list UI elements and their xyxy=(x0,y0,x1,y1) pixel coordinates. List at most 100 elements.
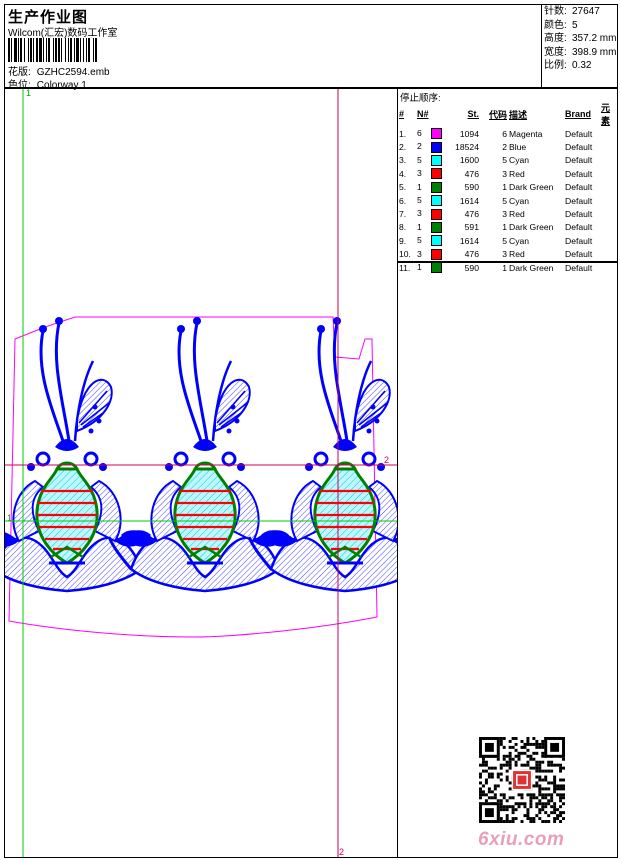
design-stats: 针数: 27647 颜色: 5 高度: 357.2 mm 宽度: 398.9 mm 比例… xyxy=(544,5,616,73)
table-row[interactable]: 8. 1 591 1 Dark Green Default xyxy=(398,221,617,234)
row-description: Magenta xyxy=(509,128,543,139)
stat-value: 398.9 mm xyxy=(572,46,617,58)
row-stitches: 1614 xyxy=(459,235,479,246)
row-index: 8. xyxy=(399,222,407,233)
stat-value: 357.2 mm xyxy=(572,33,617,44)
row-description: Dark Green xyxy=(509,182,554,193)
row-index: 10. xyxy=(399,249,411,260)
row-code: 3 xyxy=(502,209,507,220)
color-swatch-icon xyxy=(431,155,442,167)
table-row[interactable]: 5. 1 590 1 Dark Green Default xyxy=(398,181,617,194)
row-stitches: 1614 xyxy=(459,195,479,206)
row-needle: 1 xyxy=(416,181,448,194)
row-description: Red xyxy=(509,209,525,220)
stat-value: 5 xyxy=(572,19,578,31)
stat-colors: 颜色: 5 xyxy=(544,19,616,33)
row-needle: 5 xyxy=(416,154,448,167)
row-stitches: 476 xyxy=(464,209,479,220)
motif-center xyxy=(107,315,301,593)
table-row[interactable]: 3. 5 1600 5 Cyan Default xyxy=(398,154,617,167)
table-row[interactable]: 9. 5 1614 5 Cyan Default xyxy=(398,234,617,247)
stat-value: 27647 xyxy=(572,6,600,17)
row-code: 5 xyxy=(502,235,507,246)
header-divider xyxy=(541,5,542,87)
col-code: 代码 xyxy=(488,109,507,120)
watermark-logo: 6xiu.com xyxy=(478,829,565,850)
row-index: 5. xyxy=(399,182,407,193)
table-row[interactable]: 4. 3 476 3 Red Default xyxy=(398,167,617,180)
row-description: Cyan xyxy=(509,195,530,206)
color-swatch-icon xyxy=(431,128,442,140)
row-index: 4. xyxy=(399,168,407,179)
row-brand: Default xyxy=(565,195,593,206)
guide-label-v1: 1 xyxy=(26,88,32,98)
table-row[interactable]: 6. 5 1614 5 Cyan Default xyxy=(398,194,617,207)
row-brand: Default xyxy=(565,168,593,179)
table-row[interactable]: 1. 6 1094 6 Magenta Default xyxy=(398,127,617,140)
row-code: 1 xyxy=(502,222,507,233)
row-stitches: 1094 xyxy=(459,128,479,139)
row-code: 3 xyxy=(502,249,507,260)
row-description: Cyan xyxy=(509,155,530,166)
col-stitches: St. xyxy=(467,109,479,119)
qr-code-icon xyxy=(479,737,565,823)
row-element xyxy=(600,194,617,207)
row-brand: Default xyxy=(565,235,593,246)
stat-label: 高度: xyxy=(544,33,567,44)
stat-height: 高度: 357.2 mm xyxy=(544,32,616,46)
row-index: 1. xyxy=(399,128,407,139)
needle-number: 6 xyxy=(417,128,422,139)
row-index: 7. xyxy=(399,209,407,220)
row-needle: 5 xyxy=(416,194,448,207)
motif-left xyxy=(5,315,163,593)
row-code: 5 xyxy=(502,155,507,166)
color-swatch-icon xyxy=(431,141,442,153)
col-description: 描述 xyxy=(509,109,528,120)
stat-value: 0.32 xyxy=(572,60,592,71)
row-element xyxy=(600,167,617,180)
row-element xyxy=(600,248,617,261)
row-brand: Default xyxy=(565,128,593,139)
table-header-row: # N# St. 代码 描述 Brand 元素 xyxy=(398,101,617,127)
header-panel: 生产作业图 Wilcom(汇宏)数码工作室 花版: GZHC2594.emb 色… xyxy=(4,4,618,91)
row-needle: 2 xyxy=(416,140,448,153)
row-brand: Default xyxy=(565,222,593,233)
row-stitches: 476 xyxy=(464,249,479,260)
row-description: Dark Green xyxy=(509,222,554,233)
table-row[interactable]: 2. 2 18524 2 Blue Default xyxy=(398,140,617,153)
row-needle: 3 xyxy=(416,207,448,220)
needle-number: 3 xyxy=(417,208,422,219)
needle-number: 1 xyxy=(417,181,422,192)
color-swatch-icon xyxy=(431,235,442,247)
table-row[interactable]: 10. 3 476 3 Red Default xyxy=(398,248,617,261)
guide-label-h2: 2 xyxy=(384,455,390,465)
row-index: 3. xyxy=(399,155,407,166)
design-canvas[interactable] xyxy=(4,88,398,858)
motif-right xyxy=(247,315,397,593)
row-needle: 6 xyxy=(416,127,448,140)
needle-number: 3 xyxy=(417,168,422,179)
needle-number: 5 xyxy=(417,235,422,246)
row-description: Cyan xyxy=(509,235,530,246)
row-element xyxy=(600,181,617,194)
studio-name: Wilcom(汇宏)数码工作室 xyxy=(8,28,118,39)
color-swatch-icon xyxy=(431,208,442,220)
needle-number: 3 xyxy=(417,248,422,259)
row-element xyxy=(600,234,617,247)
needle-number: 1 xyxy=(417,221,422,232)
embroidery-preview xyxy=(5,89,397,857)
stat-label: 比例: xyxy=(544,60,567,71)
stat-label: 针数: xyxy=(544,6,567,17)
stat-width: 宽度: 398.9 mm xyxy=(544,46,616,60)
color-swatch-icon xyxy=(431,248,442,260)
table-row[interactable]: 7. 3 476 3 Red Default xyxy=(398,207,617,220)
stop-sequence-table: # N# St. 代码 描述 Brand 元素 1. 6 1094 6 Magenta D… xyxy=(398,101,617,274)
row-code: 2 xyxy=(502,142,507,153)
barcode-icon xyxy=(8,38,156,62)
row-stitches: 476 xyxy=(464,168,479,179)
row-stitches: 1600 xyxy=(459,155,479,166)
needle-number: 2 xyxy=(417,141,422,152)
row-description: Red xyxy=(509,249,525,260)
row-stitches: 591 xyxy=(464,222,479,233)
col-element: 元素 xyxy=(601,103,611,126)
